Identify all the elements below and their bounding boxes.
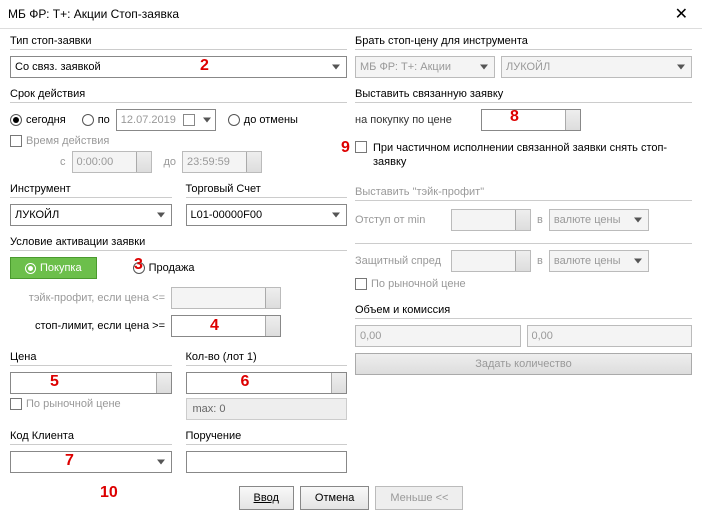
from-label: с: [60, 156, 66, 168]
market-select[interactable]: МБ ФР: Т+: Акции: [355, 56, 495, 78]
buy-price-input[interactable]: [481, 109, 581, 131]
cancel-button[interactable]: Отмена: [300, 486, 369, 510]
account-select[interactable]: L01-00000F00: [186, 204, 348, 226]
offset-unit-select[interactable]: валюте цены: [549, 209, 649, 231]
sl-cond-input[interactable]: [171, 315, 281, 337]
chk-market-price[interactable]: По рыночной цене: [10, 398, 121, 410]
order-input[interactable]: [186, 451, 348, 473]
to-label: до: [164, 156, 177, 168]
stop-type-value: Со связ. заявкой: [15, 61, 101, 73]
account-label: Торговый Счет: [186, 183, 348, 195]
qty-label: Кол-во (лот 1): [186, 351, 348, 363]
qty-input[interactable]: [186, 372, 348, 394]
spread-input[interactable]: [451, 250, 531, 272]
volume-label: Объем и комиссия: [355, 304, 692, 316]
time-to[interactable]: 23:59:59: [182, 151, 262, 173]
offset-input[interactable]: [451, 209, 531, 231]
linked-label: Выставить связанную заявку: [355, 88, 692, 100]
radio-sell[interactable]: Продажа: [133, 262, 195, 274]
tp-cond-label: тэйк-профит, если цена <=: [10, 292, 165, 304]
radio-today[interactable]: сегодня: [10, 114, 66, 126]
validity-label: Срок действия: [10, 88, 347, 100]
offset-label: Отступ от min: [355, 214, 445, 226]
instrument-select[interactable]: ЛУКОЙЛ: [10, 204, 172, 226]
chk-market-price-2[interactable]: По рыночной цене: [355, 278, 466, 290]
window-title: МБ ФР: Т+: Акции Стоп-заявка: [8, 7, 179, 21]
order-label: Поручение: [186, 430, 348, 442]
in-label-1: в: [537, 214, 543, 226]
stop-type-select[interactable]: Со связ. заявкой: [10, 56, 347, 78]
instrument2-select[interactable]: ЛУКОЙЛ: [501, 56, 692, 78]
tp-section-label: Выставить "тэйк-профит": [355, 186, 692, 198]
radio-cancel[interactable]: до отмены: [228, 114, 298, 126]
max-label: max: 0: [186, 398, 348, 420]
date-until[interactable]: 12.07.2019: [116, 109, 216, 131]
partial-label: При частичном исполнении связанной заявк…: [373, 141, 692, 170]
volume-input: 0,00: [355, 325, 521, 347]
titlebar: МБ ФР: Т+: Акции Стоп-заявка ✕: [0, 0, 702, 29]
client-select[interactable]: [10, 451, 172, 473]
chk-time-action[interactable]: Время действия: [10, 135, 109, 147]
spread-label: Защитный спред: [355, 255, 445, 267]
close-icon[interactable]: ✕: [669, 4, 694, 24]
less-button[interactable]: Меньше <<: [375, 486, 463, 510]
price-input[interactable]: [10, 372, 172, 394]
radio-until[interactable]: по: [82, 114, 110, 126]
tp-cond-input[interactable]: [171, 287, 281, 309]
annotation-10: 10: [100, 484, 118, 502]
chk-partial[interactable]: [355, 141, 367, 153]
instrument-label: Инструмент: [10, 183, 172, 195]
buy-at-price-label: на покупку по цене: [355, 114, 475, 126]
spread-unit-select[interactable]: валюте цены: [549, 250, 649, 272]
take-price-label: Брать стоп-цену для инструмента: [355, 35, 692, 47]
enter-button[interactable]: Ввод: [239, 486, 294, 510]
set-qty-button[interactable]: Задать количество: [355, 353, 692, 375]
client-label: Код Клиента: [10, 430, 172, 442]
activation-label: Условие активации заявки: [10, 236, 347, 248]
in-label-2: в: [537, 255, 543, 267]
commission-input: 0,00: [527, 325, 693, 347]
time-from[interactable]: 0:00:00: [72, 151, 152, 173]
stop-type-label: Тип стоп-заявки: [10, 35, 347, 47]
sl-cond-label: стоп-лимит, если цена >=: [10, 320, 165, 332]
price-label: Цена: [10, 351, 172, 363]
radio-buy[interactable]: Покупка: [10, 257, 97, 279]
